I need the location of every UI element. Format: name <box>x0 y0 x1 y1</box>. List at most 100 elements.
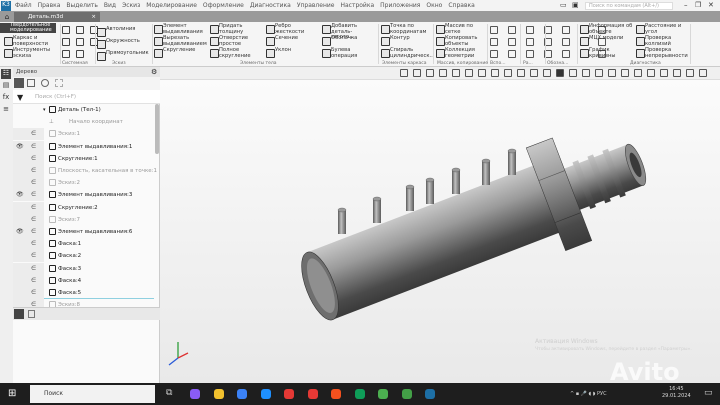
body-tool[interactable]: Ребро жесткости <box>266 23 318 35</box>
taskbar-app-icon[interactable] <box>354 389 365 399</box>
body-tool[interactable]: Полное скругление <box>210 47 262 59</box>
view-tool-icon[interactable] <box>530 69 538 77</box>
body-tool[interactable]: Булева операция <box>322 47 374 59</box>
tool-icon[interactable] <box>490 50 498 58</box>
taskbar-app-icon[interactable] <box>284 389 294 399</box>
taskbar-app-icon[interactable] <box>401 389 412 399</box>
preview-icon[interactable] <box>76 38 84 46</box>
diagnostic-tool[interactable]: График кривизны <box>580 47 634 59</box>
tree-item[interactable]: ∈ Фаска:3 <box>13 262 154 275</box>
tree-item[interactable]: ∈ Эскиз:7 <box>13 213 154 226</box>
taskbar-app-icon[interactable] <box>331 389 341 399</box>
tree-item[interactable]: ∈ Скругление:1 <box>13 152 154 165</box>
view-tool-icon[interactable] <box>517 69 525 77</box>
tree-item[interactable]: 👁 ∈ Элемент выдавливания:6 <box>13 226 154 238</box>
tool-icon[interactable] <box>526 50 534 58</box>
view-tool-icon[interactable] <box>699 69 707 77</box>
body-tool[interactable]: Элемент выдавливания <box>154 23 206 35</box>
menu-item[interactable]: Выделить <box>66 2 97 9</box>
tree-item[interactable]: ∈ Фаска:1 <box>13 238 154 251</box>
tree-view-icon[interactable] <box>14 309 24 319</box>
tree-item[interactable]: ∈ Скругление:2 <box>13 201 154 214</box>
tree-item[interactable]: ∈ Фаска:4 <box>13 274 154 287</box>
visibility-eye-icon[interactable]: 👁 <box>16 226 24 238</box>
view-tool-icon[interactable] <box>413 69 421 77</box>
frame-tool[interactable]: Точка по координатам <box>381 23 431 35</box>
tool-icon[interactable] <box>508 50 516 58</box>
home-icon[interactable]: ⌂ <box>2 12 12 22</box>
view-tool-icon[interactable] <box>426 69 434 77</box>
filter-icon[interactable]: ▼ <box>17 93 23 102</box>
diagnostic-tool[interactable]: Проверка непрерывности <box>636 47 690 59</box>
menu-item[interactable]: Моделирование <box>146 2 197 9</box>
print-icon[interactable] <box>62 38 70 46</box>
taskbar-app-icon[interactable] <box>425 389 435 399</box>
diagnostic-tool[interactable]: Информация об объекте <box>580 23 634 35</box>
tool-icon[interactable] <box>526 26 534 34</box>
tree-item[interactable]: 👁 ∈ Элемент выдавливания:1 <box>13 140 154 153</box>
tree-item[interactable]: ∈ Эскиз:2 <box>13 177 154 190</box>
command-search-input[interactable]: Поиск по командам (Alt+/) <box>585 2 673 10</box>
tree-item[interactable]: ∈ Фаска:5 <box>13 287 154 299</box>
view-tool-icon[interactable] <box>660 69 668 77</box>
view-tool-icon[interactable] <box>634 69 642 77</box>
diagnostic-tool[interactable]: Расстояние и угол <box>636 23 690 35</box>
task-view-icon[interactable]: ⧉ <box>166 388 172 398</box>
view-tool-icon[interactable] <box>647 69 655 77</box>
undo-icon[interactable] <box>62 50 70 58</box>
redo-icon[interactable] <box>76 50 84 58</box>
view-tool-icon[interactable] <box>452 69 460 77</box>
notifications-icon[interactable]: ▭ <box>704 388 713 398</box>
properties-icon[interactable]: ▤ <box>1 81 11 91</box>
view-tool-icon[interactable] <box>556 69 564 77</box>
taskbar-app-icon[interactable] <box>237 389 247 399</box>
mode-solid-modeling[interactable]: Твердотельное моделирование <box>0 23 56 33</box>
view-tool-icon[interactable] <box>673 69 681 77</box>
new-icon[interactable] <box>62 26 70 34</box>
taskbar-app-icon[interactable] <box>378 389 388 399</box>
frame-tool[interactable]: Контур <box>381 35 431 46</box>
tool-icon[interactable] <box>562 50 570 58</box>
tool-icon[interactable] <box>490 26 498 34</box>
visibility-eye-icon[interactable]: 👁 <box>16 189 24 201</box>
view-tool-icon[interactable] <box>595 69 603 77</box>
taskbar-app-icon[interactable] <box>307 389 318 399</box>
tree-item[interactable]: 👁 ∈ Элемент выдавливания:3 <box>13 189 154 202</box>
diagnostic-tool[interactable]: МЦХ модели <box>580 35 634 46</box>
menu-item[interactable]: Эскиз <box>122 2 140 9</box>
tree-item[interactable]: ▾ Деталь (Тел-1) <box>13 104 154 116</box>
tool-icon[interactable] <box>562 26 570 34</box>
tree-item[interactable]: ∈ Эскиз:1 <box>13 128 154 141</box>
taskbar-app-icon[interactable] <box>260 389 271 399</box>
view-tool-icon[interactable] <box>400 69 408 77</box>
sketch-tool[interactable]: Автолиния <box>97 26 152 37</box>
expand-arrow-icon[interactable]: ▾ <box>43 104 46 116</box>
tree-item[interactable]: ⊥ Начало координат <box>13 116 154 128</box>
tool-icon[interactable] <box>562 38 570 46</box>
taskbar-app-icon[interactable] <box>190 389 200 399</box>
menu-item[interactable]: Приложения <box>380 2 420 9</box>
document-tab[interactable]: Деталь.m3d × <box>14 12 100 22</box>
view-tool-icon[interactable] <box>439 69 447 77</box>
view-tool-icon[interactable] <box>491 69 499 77</box>
tree-scrollbar[interactable] <box>155 104 159 154</box>
view-tool-icon[interactable] <box>543 69 551 77</box>
start-button[interactable]: ⊞ <box>8 388 16 399</box>
mode-frame-surfaces[interactable]: Каркас и поверхности <box>4 35 58 47</box>
tree-structure-icon[interactable] <box>14 78 24 88</box>
body-tool[interactable]: Сечение <box>266 35 318 46</box>
sketch-tool[interactable]: Окружность <box>97 38 152 49</box>
variables-icon[interactable]: fx <box>1 93 11 103</box>
body-tool[interactable]: Уклон <box>266 47 318 58</box>
language-indicator[interactable]: РУС <box>597 391 607 397</box>
array-tool[interactable]: Коллекция геометрии <box>436 47 482 59</box>
tool-icon[interactable] <box>490 38 498 46</box>
body-tool[interactable]: Придать толщину <box>210 23 262 35</box>
tool-icon[interactable] <box>526 38 534 46</box>
view-tool-icon[interactable] <box>465 69 473 77</box>
tree-icon[interactable]: ☷ <box>1 69 11 79</box>
tree-filter-icon[interactable] <box>55 79 63 87</box>
view-tool-icon[interactable] <box>504 69 512 77</box>
mode-sketch-tools[interactable]: Инструменты эскиза <box>4 47 58 59</box>
menu-item[interactable]: Диагностика <box>250 2 291 9</box>
